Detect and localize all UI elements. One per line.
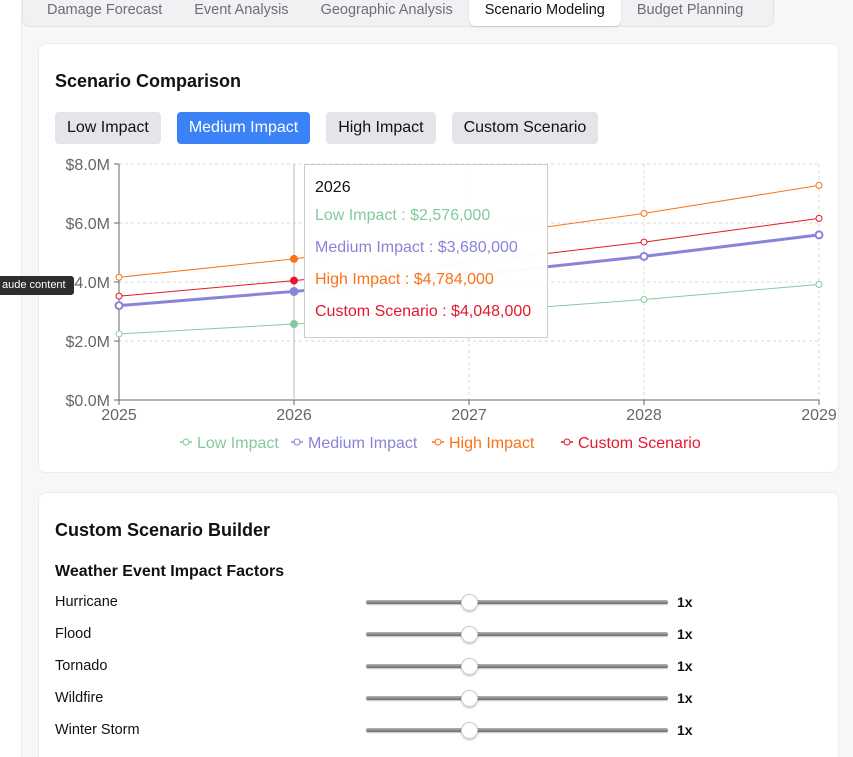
- tooltip-row: High Impact : $4,784,000: [315, 271, 494, 288]
- factor-label: Flood: [55, 626, 92, 642]
- factor-row-winter-storm: Winter Storm 1x: [55, 718, 695, 742]
- x-tick-label: 2029: [801, 407, 837, 424]
- legend-marker: [182, 438, 190, 446]
- data-point: [290, 254, 298, 263]
- data-point: [290, 276, 298, 285]
- factor-slider[interactable]: [366, 658, 668, 675]
- y-tick-label: $6.0M: [66, 216, 110, 233]
- slider-thumb[interactable]: [460, 594, 478, 611]
- tooltip-row: Low Impact : $2,576,000: [315, 207, 491, 224]
- factor-label: Tornado: [55, 658, 108, 674]
- factor-slider[interactable]: [366, 594, 668, 611]
- data-point: [815, 280, 823, 288]
- factor-slider[interactable]: [366, 626, 668, 643]
- slider-thumb[interactable]: [460, 626, 478, 643]
- legend-marker: [293, 438, 301, 446]
- data-point: [815, 214, 823, 222]
- factor-row-flood: Flood 1x: [55, 622, 695, 646]
- side-badge: aude content: [0, 276, 74, 295]
- tooltip-row: Medium Impact : $3,680,000: [315, 239, 518, 256]
- data-point: [814, 230, 824, 240]
- data-point: [115, 330, 123, 338]
- data-point: [640, 209, 648, 217]
- data-point: [115, 273, 123, 281]
- legend-label: Medium Impact: [308, 435, 418, 452]
- tooltip-title: 2026: [315, 179, 351, 196]
- x-tick-label: 2025: [101, 407, 137, 424]
- legend-marker: [434, 438, 442, 446]
- y-tick-label: $2.0M: [66, 334, 110, 351]
- factor-row-tornado: Tornado 1x: [55, 654, 695, 678]
- slider-thumb[interactable]: [460, 658, 478, 675]
- data-point: [815, 181, 823, 189]
- factor-value: 1x: [677, 722, 693, 738]
- factor-label: Hurricane: [55, 594, 118, 610]
- impact-factors-heading: Weather Event Impact Factors: [55, 563, 285, 580]
- data-point: [640, 238, 648, 246]
- slider-thumb[interactable]: [460, 722, 478, 739]
- slider-thumb[interactable]: [460, 690, 478, 707]
- custom-scenario-builder-card: Custom Scenario Builder Weather Event Im…: [38, 492, 839, 757]
- chart-tooltip: 2026 Low Impact : $2,576,000 Medium Impac…: [304, 164, 548, 338]
- factor-value: 1x: [677, 690, 693, 706]
- data-point: [115, 292, 123, 300]
- factor-slider[interactable]: [366, 722, 668, 739]
- data-point: [289, 286, 299, 296]
- factor-row-hurricane: Hurricane 1x: [55, 590, 695, 614]
- data-point: [290, 320, 298, 329]
- tooltip-row: Custom Scenario : $4,048,000: [315, 303, 532, 320]
- legend-label: Custom Scenario: [578, 435, 701, 452]
- legend-label: High Impact: [449, 435, 535, 452]
- data-point: [640, 295, 648, 303]
- y-tick-label: $8.0M: [66, 157, 110, 174]
- x-tick-label: 2028: [626, 407, 662, 424]
- legend-label: Low Impact: [197, 435, 279, 452]
- factor-slider[interactable]: [366, 690, 668, 707]
- factor-row-wildfire: Wildfire 1x: [55, 686, 695, 710]
- builder-title: Custom Scenario Builder: [55, 520, 271, 540]
- factor-value: 1x: [677, 658, 693, 674]
- factor-label: Winter Storm: [55, 722, 140, 738]
- data-point: [114, 301, 124, 311]
- x-tick-label: 2027: [451, 407, 487, 424]
- legend-marker: [563, 438, 571, 446]
- factor-label: Wildfire: [55, 690, 104, 706]
- factor-value: 1x: [677, 594, 693, 610]
- factor-value: 1x: [677, 626, 693, 642]
- data-point: [639, 251, 649, 261]
- x-tick-label: 2026: [276, 407, 312, 424]
